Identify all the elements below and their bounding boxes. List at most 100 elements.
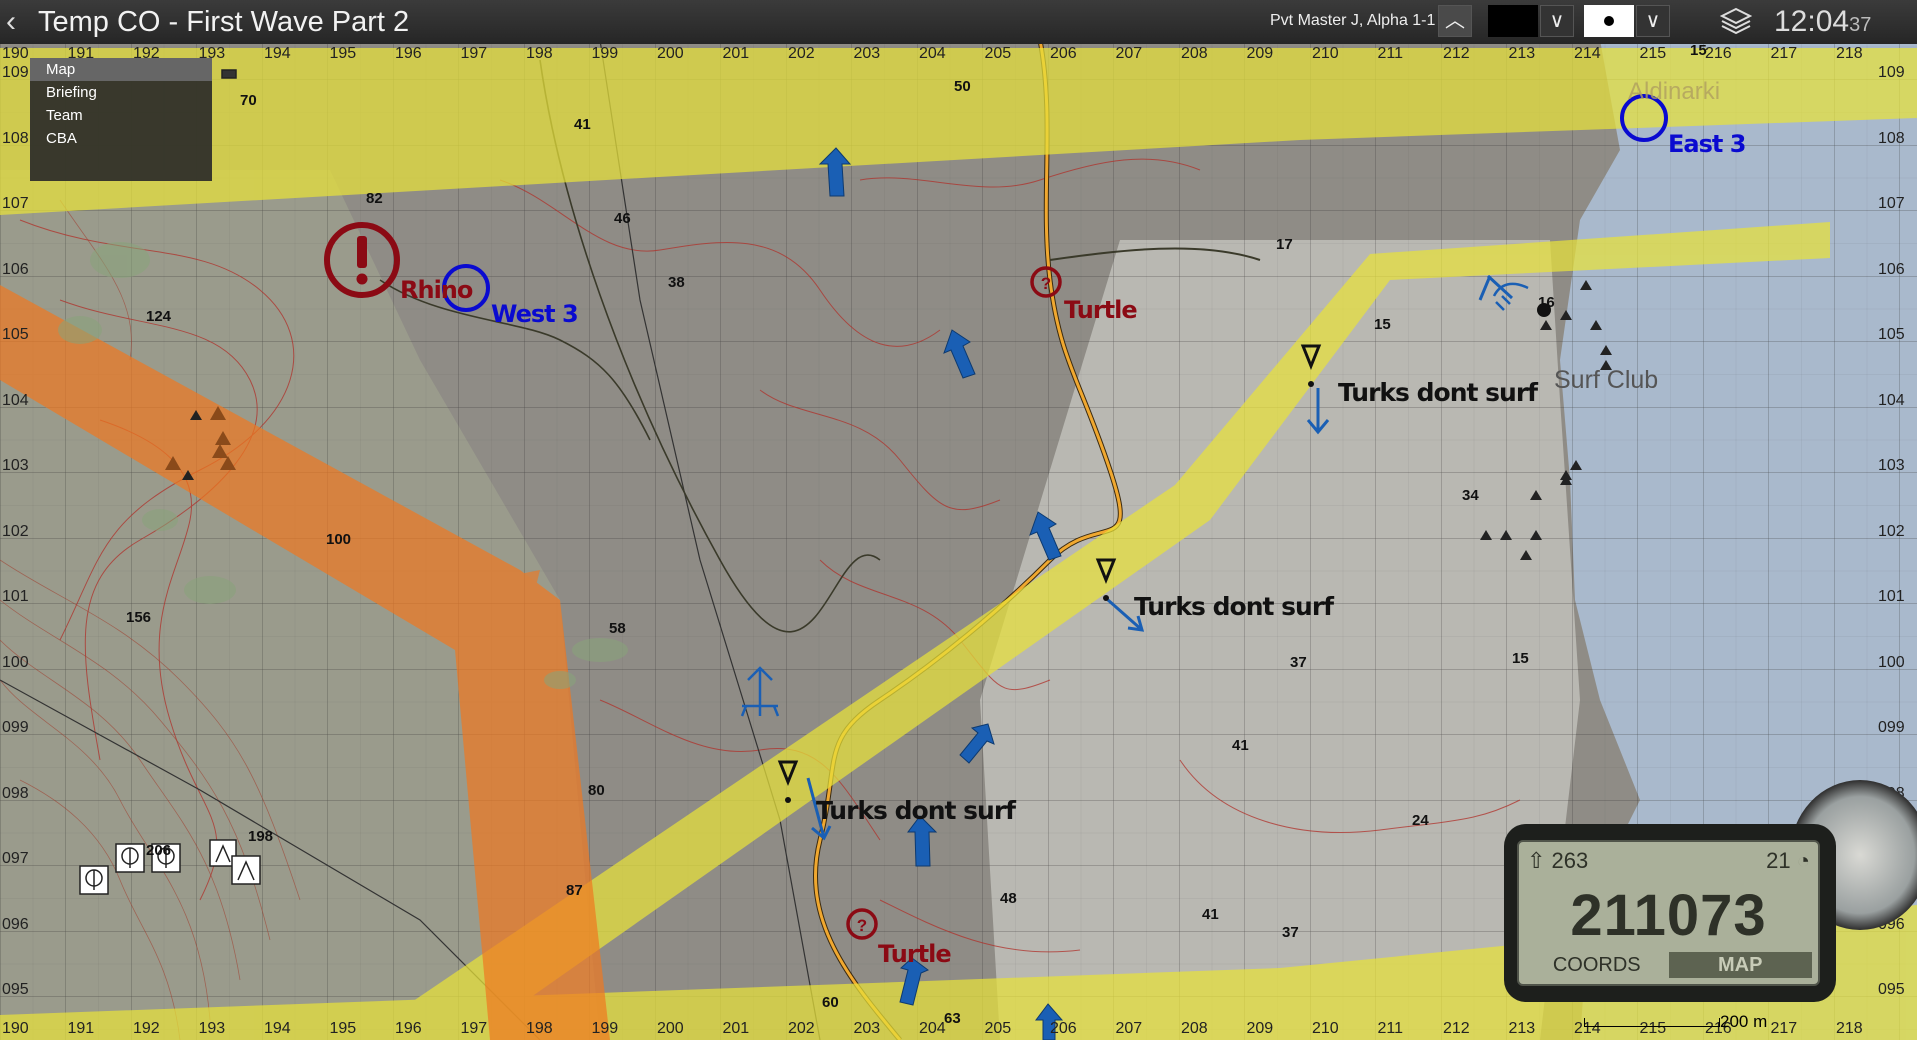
grid-label-y: 105 [2, 326, 29, 343]
grid-label-y: 104 [2, 391, 29, 409]
elevation-label: 60 [822, 994, 839, 1011]
grid-label-x: 211 [1377, 1020, 1404, 1037]
grid-label-x: 196 [395, 45, 422, 62]
marker-east3-label[interactable]: East 3 [1668, 130, 1746, 158]
gps-heading: ⇧ 263 [1527, 848, 1589, 873]
svg-text:?: ? [857, 916, 867, 935]
marker-color-swatch[interactable] [1488, 5, 1538, 37]
svg-text:?: ? [1041, 274, 1051, 293]
grid-label-y: 107 [1878, 195, 1905, 212]
elevation-label: 37 [1282, 924, 1299, 941]
elevation-label: 17 [1276, 236, 1293, 253]
grid-label-y: 100 [2, 653, 29, 671]
elevation-label: 15 [1512, 650, 1529, 667]
grid-label-x: 203 [853, 45, 881, 62]
grid-label-y: 109 [2, 64, 29, 81]
grid-label-y: 096 [2, 915, 29, 933]
clock-time: 12:04 [1774, 5, 1850, 38]
gps-map-button[interactable]: MAP [1668, 952, 1812, 978]
grid-label-y: 098 [2, 784, 29, 802]
grid-label-x: 198 [526, 1020, 553, 1037]
elevation-label: 63 [944, 1010, 961, 1027]
grid-label-x: 192 [133, 1020, 160, 1037]
grid-label-y: 109 [1878, 64, 1905, 81]
grid-label-y: 102 [2, 522, 29, 540]
grid-label-y: 095 [1878, 981, 1905, 998]
grid-label-y: 097 [2, 850, 29, 867]
elevation-label: 70 [240, 92, 257, 109]
player-name: Pvt Master J, Alpha 1-1 1 [1270, 12, 1449, 29]
grid-label-x: 197 [460, 45, 488, 62]
grid-label-x: 209 [1246, 1020, 1274, 1037]
grid-label-x: 203 [853, 1020, 881, 1037]
elevation-label: 124 [146, 308, 172, 325]
grid-label-x: 197 [460, 1020, 488, 1037]
grid-label-x: 208 [1181, 45, 1208, 62]
grid-label-y: 108 [1878, 129, 1905, 147]
grid-label-y: 101 [1878, 588, 1905, 605]
grid-label-y: 108 [2, 129, 29, 147]
grid-label-x: 209 [1246, 45, 1274, 62]
elevation-label: 38 [668, 274, 685, 291]
marker-west3-label[interactable]: West 3 [491, 300, 579, 328]
grid-label-y: 106 [1878, 260, 1905, 278]
shape-dropdown-icon[interactable]: ∨ [1636, 5, 1670, 37]
grid-label-x: 218 [1836, 1020, 1863, 1037]
elevation-label: 16 [1538, 294, 1555, 311]
grid-label-x: 201 [722, 45, 750, 62]
grid-labels-top: 190 191 192 193 194 195 196 197 198 199 200 201 202 2… [0, 45, 1917, 63]
marker-turtle1-label[interactable]: Turtle [1064, 296, 1138, 324]
gps-screen: ⇧ 263 21 ◔ 211073 COORDS MAP [1517, 840, 1820, 986]
grid-label-x: 198 [526, 45, 553, 62]
menu-item-briefing[interactable]: Briefing [30, 81, 212, 104]
place-aldinarki: Aldinarki [1628, 78, 1721, 105]
elevation-label: 198 [248, 828, 274, 845]
elevation-label: 58 [609, 620, 626, 637]
clock-seconds: 37 [1849, 14, 1872, 36]
color-dropdown-icon[interactable]: ∨ [1540, 5, 1574, 37]
menu-item-cba[interactable]: CBA [30, 127, 212, 150]
grid-label-x: 210 [1312, 1020, 1339, 1037]
grid-label-x: 194 [264, 1020, 291, 1037]
grid-label-x: 215 [1639, 45, 1667, 62]
gps-device[interactable]: ⇧ 263 21 ◔ 211073 COORDS MAP [1504, 824, 1836, 1002]
grid-label-x: 199 [591, 1020, 619, 1037]
mission-title: Temp CO - First Wave Part 2 [38, 6, 410, 38]
grid-label-x: 191 [67, 1020, 95, 1037]
menu-item-map[interactable]: Map [30, 58, 212, 81]
grid-label-y: 099 [2, 719, 29, 736]
grid-label-x: 196 [395, 1020, 422, 1037]
elevation-label: 41 [1232, 737, 1249, 754]
grid-label-x: 217 [1770, 45, 1798, 62]
grid-label-y: 103 [1878, 457, 1905, 474]
grid-label-x: 213 [1508, 45, 1536, 62]
elevation-label: 82 [366, 190, 383, 207]
gps-coords-button[interactable]: COORDS [1525, 952, 1669, 978]
grid-label-y: 105 [1878, 326, 1905, 343]
grid-label-x: 218 [1836, 45, 1863, 62]
place-surf-club: Surf Club [1554, 366, 1659, 394]
marker-rhino-label[interactable]: Rhino [400, 276, 473, 304]
collapse-button[interactable]: ︿ [1438, 5, 1472, 37]
gps-heading-value: 263 [1551, 848, 1589, 873]
marker-turks1-label[interactable]: Turks dont surf [1338, 378, 1538, 407]
layers-icon[interactable] [1720, 6, 1752, 36]
grid-label-y: 104 [1878, 391, 1905, 409]
marker-turks3-label[interactable]: Turks dont surf [816, 796, 1016, 825]
grid-label-y: 101 [2, 588, 29, 605]
grid-label-x: 214 [1574, 45, 1601, 62]
grid-label-x: 199 [591, 45, 619, 62]
back-arrow-icon[interactable]: ‹ [6, 4, 16, 40]
marker-shape-swatch[interactable] [1584, 5, 1634, 37]
grid-label-y: 099 [1878, 719, 1905, 736]
grid-label-x: 207 [1115, 45, 1143, 62]
gps-coords: 211073 [1570, 883, 1767, 948]
grid-label-x: 205 [984, 1020, 1012, 1037]
grid-label-x: 216 [1705, 45, 1732, 62]
grid-label-x: 205 [984, 45, 1012, 62]
elevation-label: 37 [1290, 654, 1307, 671]
marker-turks2-label[interactable]: Turks dont surf [1134, 592, 1334, 621]
elevation-label: 24 [1412, 812, 1429, 829]
marker-turtle2-label[interactable]: Turtle [878, 940, 952, 968]
menu-item-team[interactable]: Team [30, 104, 212, 127]
